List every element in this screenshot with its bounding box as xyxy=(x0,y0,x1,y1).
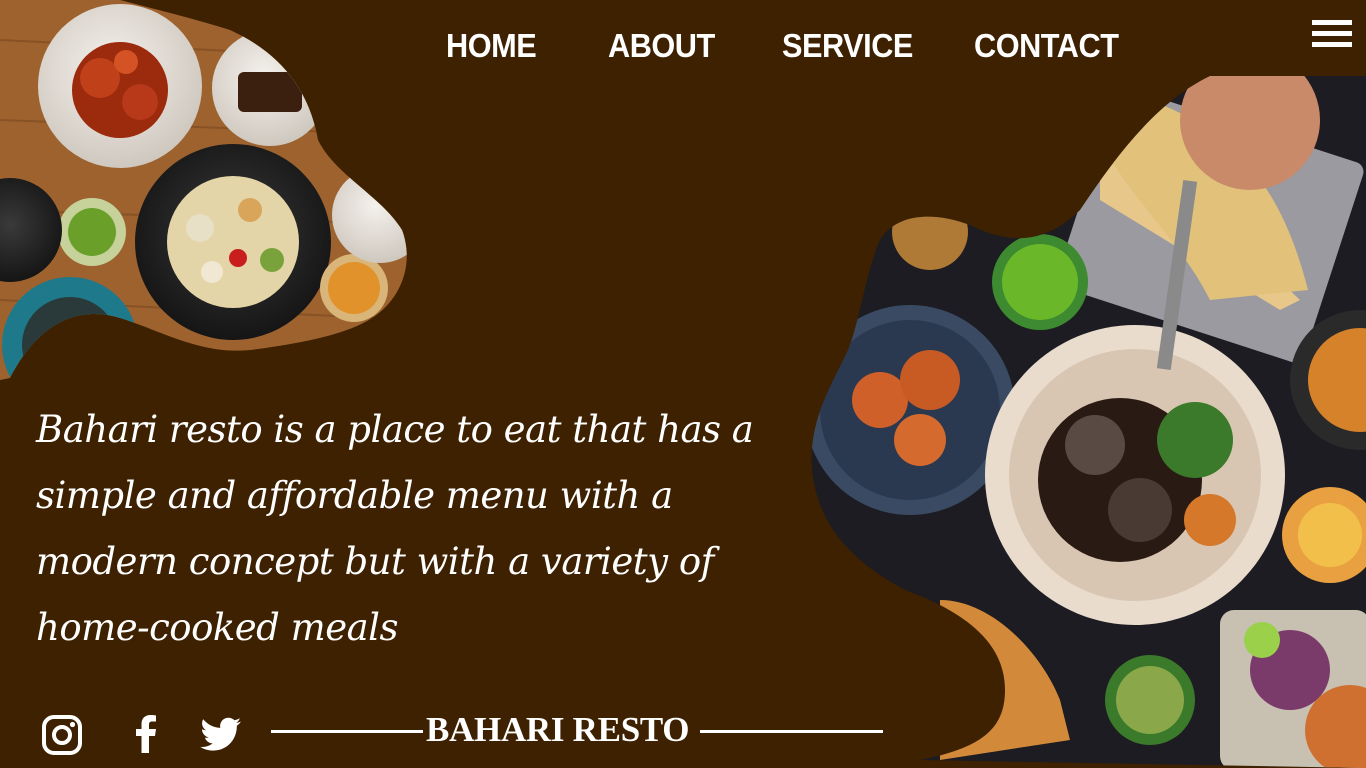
nav-home-link[interactable]: HOME xyxy=(446,27,537,65)
hamburger-menu-icon[interactable] xyxy=(1312,20,1352,52)
brand-divider-right xyxy=(700,730,883,733)
nav-contact-link[interactable]: CONTACT xyxy=(974,27,1119,65)
instagram-icon[interactable] xyxy=(40,711,86,757)
hamburger-bar xyxy=(1312,31,1352,36)
facebook-icon[interactable] xyxy=(124,711,170,757)
brand-divider-left xyxy=(271,730,423,733)
page: HOME ABOUT SERVICE CONTACT Bahari resto … xyxy=(0,0,1366,768)
twitter-icon[interactable] xyxy=(198,711,244,757)
hero-tagline: Bahari resto is a place to eat that has … xyxy=(36,408,754,649)
brand-name: BAHARI RESTO xyxy=(426,710,690,749)
nav-about-link[interactable]: ABOUT xyxy=(608,27,715,65)
nav-service-link[interactable]: SERVICE xyxy=(782,27,913,65)
hamburger-bar xyxy=(1312,20,1352,25)
hamburger-bar xyxy=(1312,42,1352,47)
